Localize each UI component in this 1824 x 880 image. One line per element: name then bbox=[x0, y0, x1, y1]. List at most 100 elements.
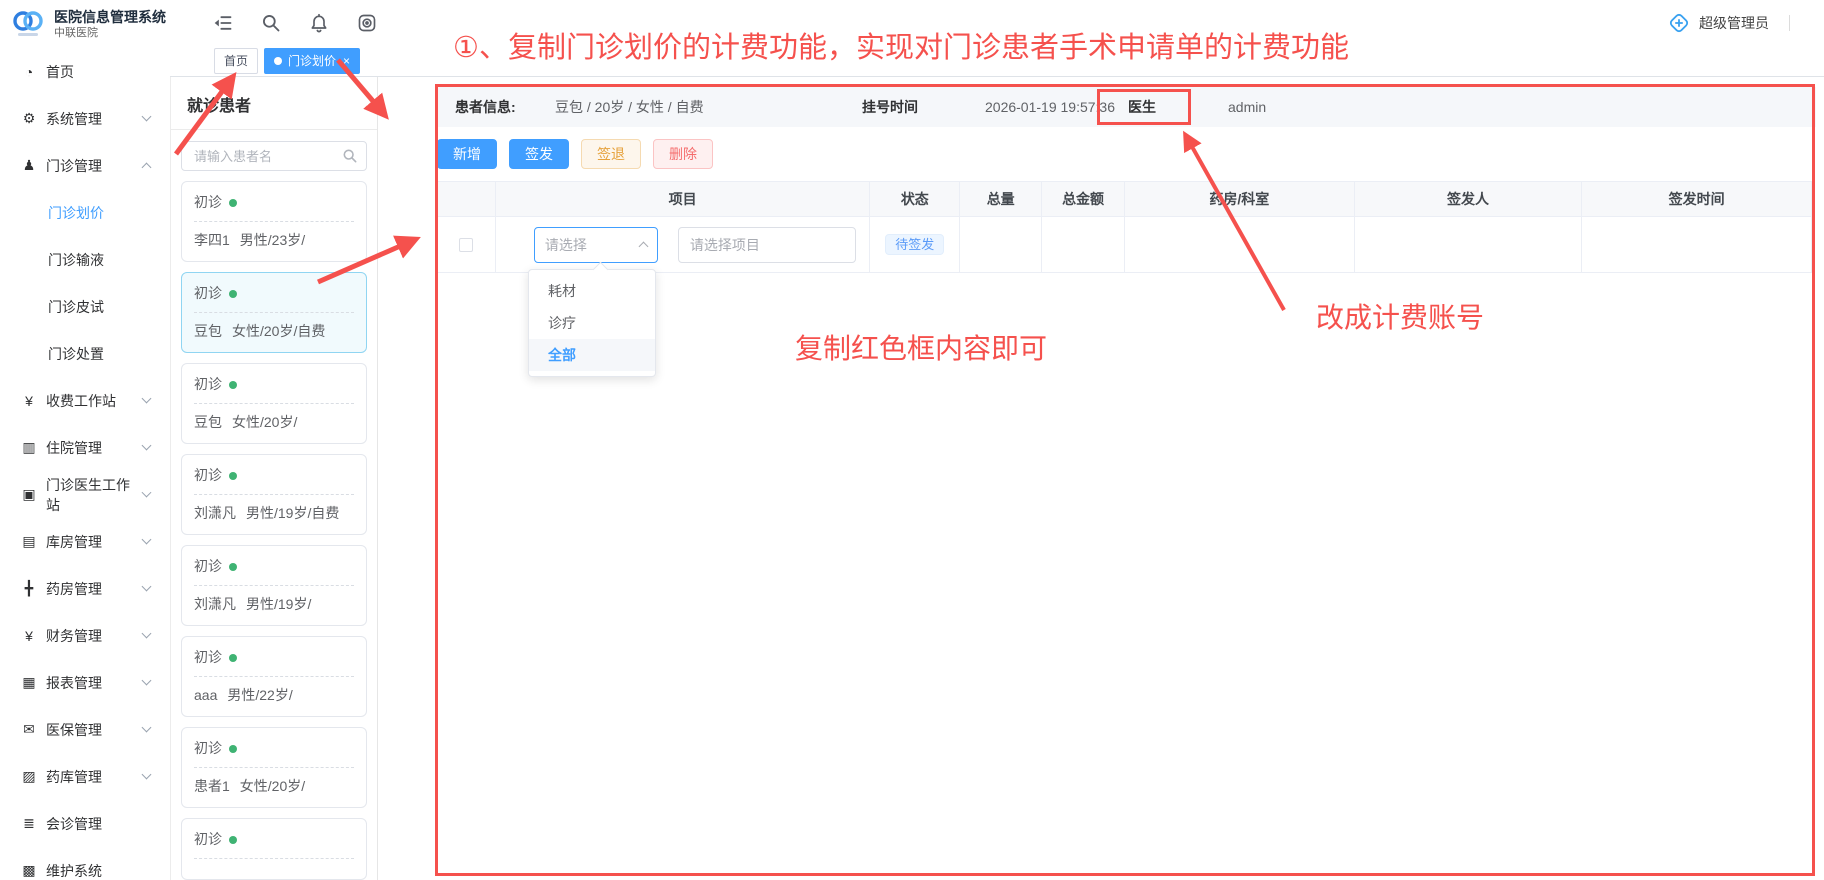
patient-detail: 女性/20岁/ bbox=[232, 413, 297, 432]
document-icon: ▤ bbox=[21, 533, 37, 550]
sidebar-item-label: 财务管理 bbox=[46, 626, 102, 646]
bell-icon[interactable] bbox=[308, 12, 330, 34]
yen-icon: ¥ bbox=[21, 628, 37, 644]
sidebar-item-warehouse-mgmt[interactable]: ▤ 库房管理 bbox=[0, 518, 170, 565]
chevron-down-icon bbox=[142, 112, 152, 122]
list-icon: ≣ bbox=[21, 815, 37, 832]
patient-card-selected[interactable]: 初诊 豆包女性/20岁/自费 bbox=[181, 272, 367, 353]
patient-name: 患者1 bbox=[194, 777, 230, 796]
patient-detail: 男性/19岁/自费 bbox=[246, 504, 339, 523]
sidebar-item-insurance-mgmt[interactable]: ✉ 医保管理 bbox=[0, 706, 170, 753]
sidebar-item-label: 报表管理 bbox=[46, 673, 102, 693]
annotation-note2: 复制红色框内容即可 bbox=[795, 327, 1047, 367]
table-row: 请选择 待签发 bbox=[437, 217, 1812, 273]
column-sign-time: 签发时间 bbox=[1582, 182, 1811, 216]
column-amount: 总金额 bbox=[1042, 182, 1125, 216]
sidebar-item-label: 医保管理 bbox=[46, 720, 102, 740]
sidebar-item-outpatient-mgmt[interactable]: ♟ 门诊管理 bbox=[0, 142, 170, 189]
tab-label: 门诊划价 bbox=[288, 52, 336, 69]
dropdown-option-treatment[interactable]: 诊疗 bbox=[529, 307, 655, 339]
sidebar-item-system-mgmt[interactable]: ⚙ 系统管理 bbox=[0, 95, 170, 142]
visit-type: 初诊 bbox=[194, 739, 222, 758]
search-icon[interactable] bbox=[342, 148, 358, 164]
sidebar-item-outpatient-infusion[interactable]: 门诊输液 bbox=[0, 236, 170, 283]
doctor-value: admin bbox=[1228, 99, 1266, 115]
sidebar-item-label: 门诊处置 bbox=[48, 344, 104, 364]
sidebar-item-outpatient-treatment[interactable]: 门诊处置 bbox=[0, 330, 170, 377]
issue-button[interactable]: 签发 bbox=[509, 139, 569, 169]
revoke-button[interactable]: 签退 bbox=[581, 139, 641, 169]
report-icon: ▦ bbox=[21, 674, 37, 691]
dropdown-option-consumables[interactable]: 耗材 bbox=[529, 275, 655, 307]
close-icon[interactable]: × bbox=[343, 55, 350, 67]
sidebar-item-label: 药房管理 bbox=[46, 579, 102, 599]
monitor-icon: ▣ bbox=[21, 486, 37, 503]
sidebar-item-outpatient-skin-test[interactable]: 门诊皮试 bbox=[0, 283, 170, 330]
sidebar-item-drug-store-mgmt[interactable]: ▨ 药库管理 bbox=[0, 753, 170, 800]
patient-card[interactable]: 初诊 bbox=[181, 818, 367, 880]
sidebar-item-label: 会诊管理 bbox=[46, 814, 102, 834]
item-type-select[interactable]: 请选择 bbox=[534, 227, 658, 263]
patient-panel-title: 就诊患者 bbox=[171, 77, 377, 130]
user-menu[interactable]: 超级管理员 bbox=[1667, 0, 1790, 45]
delete-button[interactable]: 删除 bbox=[653, 139, 713, 169]
target-icon[interactable] bbox=[356, 12, 378, 34]
table-header-row: 项目 状态 总量 总金额 药房/科室 签发人 签发时间 bbox=[437, 181, 1812, 217]
visit-type: 初诊 bbox=[194, 557, 222, 576]
sidebar-item-outpatient-doctor-station[interactable]: ▣ 门诊医生工作站 bbox=[0, 471, 170, 518]
sidebar-item-label: 维护系统 bbox=[46, 861, 102, 880]
patient-search-input[interactable] bbox=[181, 141, 367, 171]
visit-type: 初诊 bbox=[194, 193, 222, 212]
patient-card[interactable]: 初诊 李四1男性/23岁/ bbox=[181, 181, 367, 262]
active-dot-icon bbox=[274, 57, 282, 65]
action-toolbar: 新增 签发 签退 删除 bbox=[437, 139, 713, 169]
status-dot-icon bbox=[229, 381, 237, 389]
add-button[interactable]: 新增 bbox=[437, 139, 497, 169]
sidebar-item-inpatient-mgmt[interactable]: ▥ 住院管理 bbox=[0, 424, 170, 471]
dropdown-option-all[interactable]: 全部 bbox=[529, 339, 655, 371]
patient-card[interactable]: 初诊 刘潇凡男性/19岁/ bbox=[181, 545, 367, 626]
sidebar-item-home[interactable]: ◔ 首页 bbox=[0, 48, 170, 95]
status-dot-icon bbox=[229, 199, 237, 207]
select-placeholder: 请选择 bbox=[545, 235, 587, 255]
patient-panel: 就诊患者 初诊 李四1男性/23岁/ 初诊 豆包女性/20岁/自费 初诊 豆包女… bbox=[170, 77, 378, 880]
sidebar-item-charging-station[interactable]: ¥ 收费工作站 bbox=[0, 377, 170, 424]
charge-items-table: 项目 状态 总量 总金额 药房/科室 签发人 签发时间 请选择 待签发 bbox=[437, 181, 1812, 273]
tab-home[interactable]: 首页 bbox=[214, 48, 258, 74]
gear-icon: ⚙ bbox=[21, 110, 37, 127]
sidebar-item-pharmacy-mgmt[interactable]: ╋ 药房管理 bbox=[0, 565, 170, 612]
patient-detail: 男性/19岁/ bbox=[246, 595, 311, 614]
patient-card[interactable]: 初诊 aaa男性/22岁/ bbox=[181, 636, 367, 717]
patient-detail: 男性/23岁/ bbox=[240, 231, 305, 250]
sidebar: ◔ 首页 ⚙ 系统管理 ♟ 门诊管理 门诊划价 门诊输液 门诊皮试 门诊处置 ¥… bbox=[0, 48, 170, 880]
sidebar-item-label: 住院管理 bbox=[46, 438, 102, 458]
sidebar-item-consultation-mgmt[interactable]: ≣ 会诊管理 bbox=[0, 800, 170, 847]
row-checkbox[interactable] bbox=[459, 238, 473, 252]
chevron-up-icon bbox=[142, 163, 152, 173]
patient-list: 初诊 李四1男性/23岁/ 初诊 豆包女性/20岁/自费 初诊 豆包女性/20岁… bbox=[171, 181, 377, 880]
app-title: 医院信息管理系统 bbox=[54, 9, 166, 25]
app-subtitle: 中联医院 bbox=[54, 27, 166, 40]
item-search-input[interactable] bbox=[678, 227, 856, 263]
status-dot-icon bbox=[229, 290, 237, 298]
collapse-menu-icon[interactable] bbox=[212, 12, 234, 34]
patient-info-label: 患者信息: bbox=[455, 99, 516, 115]
patient-card[interactable]: 初诊 患者1女性/20岁/ bbox=[181, 727, 367, 808]
sidebar-item-label: 门诊划价 bbox=[48, 203, 104, 223]
sidebar-item-label: 门诊管理 bbox=[46, 156, 102, 176]
sidebar-item-finance-mgmt[interactable]: ¥ 财务管理 bbox=[0, 612, 170, 659]
sidebar-item-outpatient-pricing[interactable]: 门诊划价 bbox=[0, 189, 170, 236]
tab-outpatient-pricing[interactable]: 门诊划价 × bbox=[264, 48, 360, 74]
patient-card[interactable]: 初诊 豆包女性/20岁/ bbox=[181, 363, 367, 444]
chevron-down-icon bbox=[142, 629, 152, 639]
patient-card[interactable]: 初诊 刘潇凡男性/19岁/自费 bbox=[181, 454, 367, 535]
chevron-down-icon bbox=[142, 676, 152, 686]
card-icon: ▨ bbox=[21, 768, 37, 785]
patient-detail: 男性/22岁/ bbox=[227, 686, 292, 705]
search-icon[interactable] bbox=[260, 12, 282, 34]
column-department: 药房/科室 bbox=[1125, 182, 1355, 216]
chevron-down-icon bbox=[142, 441, 152, 451]
sidebar-item-label: 门诊皮试 bbox=[48, 297, 104, 317]
sidebar-item-report-mgmt[interactable]: ▦ 报表管理 bbox=[0, 659, 170, 706]
sidebar-item-maintenance[interactable]: ▩ 维护系统 bbox=[0, 847, 170, 880]
